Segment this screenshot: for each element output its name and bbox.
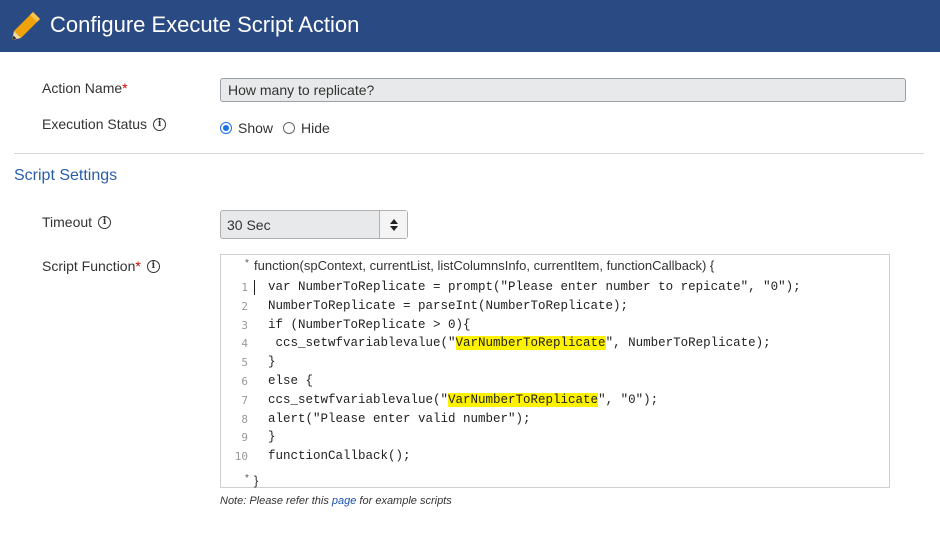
code-text: functionCallback();: [268, 449, 411, 464]
code-text: else {: [268, 374, 314, 388]
code-text: ccs_setwfvariablevalue(": [268, 392, 449, 407]
select-arrows-icon[interactable]: [379, 211, 407, 238]
script-settings-heading: Script Settings: [14, 167, 118, 184]
code-line: alert("Please enter valid number");: [268, 412, 531, 426]
code-line: ccs_setwfvariablevalue("VarNumberToRepli…: [268, 392, 659, 407]
example-scripts-link[interactable]: page: [332, 495, 356, 507]
fold-marker[interactable]: *: [245, 258, 249, 269]
script-editor[interactable]: * function(spContext, currentList, listC…: [220, 254, 890, 488]
required-mark: *: [135, 258, 141, 274]
line-number: 5: [241, 356, 248, 370]
action-name-input[interactable]: [220, 78, 906, 102]
function-signature: function(spContext, currentList, listCol…: [254, 258, 715, 273]
timeout-value: 30 Sec: [227, 217, 271, 233]
dialog-header: Configure Execute Script Action: [0, 0, 940, 52]
code-text: if (NumberToReplicate > 0){: [268, 317, 471, 332]
code-text: alert("Please enter valid number");: [268, 411, 531, 426]
line-number: 3: [241, 318, 248, 332]
line-number: 7: [241, 393, 248, 407]
code-text: ccs_setwfvariablevalue(": [275, 336, 456, 351]
info-icon[interactable]: i: [153, 117, 167, 131]
fold-marker[interactable]: *: [245, 473, 249, 484]
execution-status-radio-group: Show Hide: [220, 120, 340, 136]
help-note: Note: Please refer this page for example…: [220, 495, 452, 507]
function-closing-brace: }: [254, 473, 259, 488]
execution-status-label: Execution Status i: [42, 116, 167, 132]
line-number: 9: [241, 431, 248, 445]
code-text: NumberToReplicate = parseInt(NumberToRep…: [268, 298, 629, 313]
info-icon[interactable]: i: [98, 215, 112, 229]
code-text: ", "0");: [598, 392, 659, 407]
code-line: if (NumberToReplicate > 0){: [268, 318, 471, 332]
section-divider: [14, 153, 924, 154]
code-text: }: [268, 430, 276, 445]
line-number: 1: [241, 281, 248, 294]
highlighted-variable: VarNumberToReplicate: [448, 392, 599, 407]
code-text: ", NumberToReplicate);: [605, 336, 771, 351]
line-number: 8: [241, 412, 248, 426]
timeout-label: Timeout i: [42, 214, 112, 230]
line-number: 10: [234, 450, 248, 464]
pencil-icon: [12, 12, 40, 40]
dialog-title: Configure Execute Script Action: [50, 12, 360, 37]
line-number: 4: [241, 337, 248, 351]
show-radio-label[interactable]: Show: [238, 120, 273, 136]
line-number: 2: [241, 299, 248, 313]
line-number: 6: [241, 375, 248, 388]
script-function-label: Script Function * i: [42, 258, 160, 274]
hide-radio-label[interactable]: Hide: [301, 120, 330, 136]
highlighted-variable: VarNumberToReplicate: [455, 336, 606, 351]
code-line: }: [268, 355, 276, 369]
text-cursor: [254, 280, 255, 295]
code-line: var NumberToReplicate = prompt("Please e…: [268, 280, 801, 294]
code-line: functionCallback();: [268, 449, 411, 463]
show-radio[interactable]: [220, 122, 232, 134]
hide-radio[interactable]: [283, 122, 296, 134]
required-mark: *: [122, 80, 128, 96]
info-icon[interactable]: i: [146, 259, 160, 273]
code-text: var NumberToReplicate = prompt("Please e…: [268, 280, 801, 294]
code-text: }: [268, 355, 276, 370]
timeout-select[interactable]: 30 Sec: [220, 210, 408, 239]
code-line: }: [268, 430, 276, 444]
action-name-label: Action Name *: [42, 80, 128, 96]
code-line: else {: [268, 374, 313, 388]
code-line: NumberToReplicate = parseInt(NumberToRep…: [268, 299, 628, 313]
code-line: ccs_setwfvariablevalue("VarNumberToRepli…: [275, 336, 771, 351]
